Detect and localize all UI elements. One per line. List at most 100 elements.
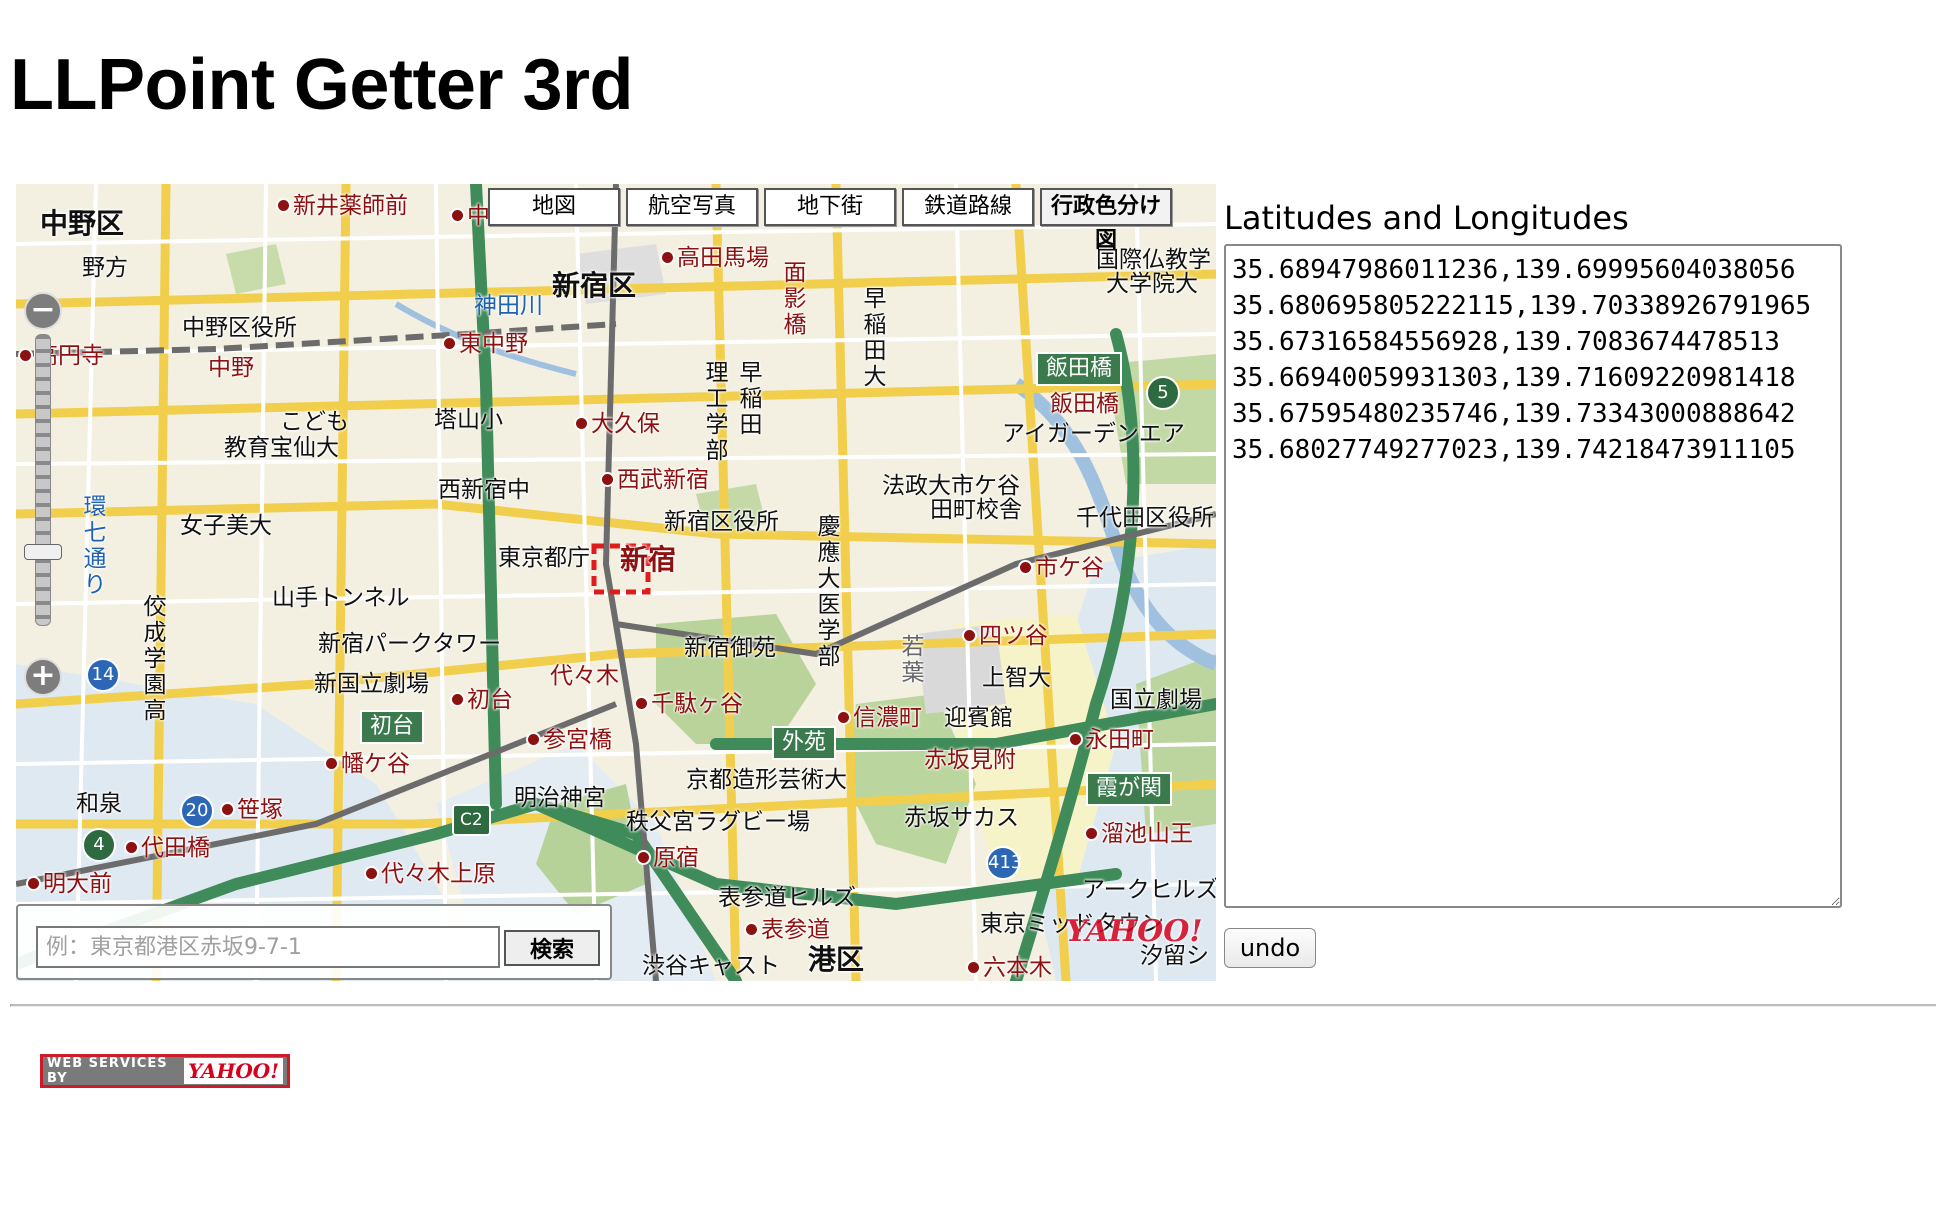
map-label-ark-hills: アークヒルズ — [1082, 877, 1216, 903]
zoom-in-button[interactable]: + — [24, 658, 62, 696]
map-label-ichigaya: 市ケ谷 — [1020, 554, 1104, 582]
map-type-tabs: 地図 航空写真 地下街 鉄道路線 行政色分け図 — [488, 188, 1178, 253]
map-badge-gaien: 外苑 — [772, 726, 837, 760]
map-label-geihinkan: 迎賓館 — [944, 705, 1013, 731]
map-label-kokuritsu-gekijo: 国立劇場 — [1110, 687, 1202, 713]
route-shield-413: 413 — [986, 846, 1022, 880]
footer-divider — [10, 1004, 1936, 1007]
map-label-sangubashi: 参宮橋 — [528, 726, 612, 754]
map-label-tameike-sanno: 溜池山王 — [1086, 820, 1193, 848]
map-label-sophia: 上智大 — [982, 665, 1051, 691]
map-label-tonoyama: 塔山小 — [434, 407, 503, 433]
route-shield-5: 5 — [1146, 376, 1180, 410]
zoom-slider-handle[interactable] — [24, 544, 62, 560]
map-label-sasazuka: 笹塚 — [222, 796, 283, 824]
map-label-seibu-shinjuku: 西武新宿 — [602, 466, 709, 494]
map-label-yoyogi-uehara: 代々木上原 — [366, 860, 496, 888]
map-label-daitabashi: 代田橋 — [126, 834, 210, 862]
map-label-seijo: 佼成学園高 — [143, 594, 167, 724]
map-label-chiyoda-kuyakusho: 千代田区役所 — [1076, 505, 1214, 531]
map-label-iidabashi: 飯田橋 — [1050, 391, 1119, 417]
map-label-keio-med: 慶應大医学部 — [817, 514, 841, 670]
page-title: LLPoint Getter 3rd — [10, 45, 634, 125]
map-label-yoyogi: 代々木 — [550, 663, 619, 689]
map-label-roppongi: 六本木 — [968, 954, 1052, 981]
map-label-shinjuku: 新宿 — [620, 543, 677, 576]
map-label-shibuya-cast: 渋谷キャスト — [642, 953, 780, 979]
map-tab-aerial[interactable]: 航空写真 — [626, 188, 758, 226]
map-label-sendagaya: 千駄ヶ谷 — [636, 690, 743, 718]
map-label-nishishinjuku-chu: 西新宿中 — [438, 477, 530, 503]
credit-brand: YAHOO! — [183, 1058, 283, 1084]
map-label-daigakuin: 大学院大 — [1106, 271, 1198, 297]
map-label-kyoiku-takara: 教育宝仙大 — [224, 435, 339, 461]
map-badge-hatsudai: 初台 — [360, 710, 425, 744]
map-label-kodomo: こども — [280, 409, 349, 435]
map-label-igarden: アイガーデンエア — [1002, 421, 1185, 447]
map-label-park-tower: 新宿パークタワー — [318, 631, 502, 657]
map-label-akasaka-mitsuke: 赤坂見附 — [924, 747, 1016, 773]
map-label-izumi: 和泉 — [76, 791, 122, 817]
map-label-nakano-kuyakusho: 中野区役所 — [182, 315, 297, 341]
map-label-akasaka-sacas: 赤坂サカス — [904, 805, 1019, 831]
map-label-hosei-campus: 田町校舎 — [930, 497, 1022, 523]
map-tab-map[interactable]: 地図 — [488, 188, 620, 226]
coordinates-label: Latitudes and Longitudes — [1224, 199, 1629, 237]
map-label-shinkokuritsu: 新国立劇場 — [314, 671, 429, 697]
search-button[interactable]: 検索 — [504, 930, 600, 966]
map-label-omotesando-hills: 表参道ヒルズ — [718, 885, 856, 911]
map-label-nagatacho: 永田町 — [1070, 726, 1154, 754]
credit-prefix: WEB SERVICES BY — [47, 1056, 168, 1086]
route-shield-4: 4 — [82, 828, 116, 862]
map-label-hatsudai: 初台 — [452, 686, 513, 714]
map-label-waseda: 早稲田 — [739, 360, 763, 438]
map-viewport[interactable]: 中野区 野方 新井薬師前 中 高田馬場 新宿区 神田川 中野区役所 東中野 高円… — [16, 184, 1216, 981]
map-search-box: 検索 — [16, 904, 612, 980]
map-tab-administrative[interactable]: 行政色分け図 — [1040, 188, 1172, 253]
map-label-araisakushimae: 新井薬師前 — [278, 192, 408, 220]
map-label-riko: 理工学部 — [705, 360, 729, 464]
map-label-joshibi: 女子美大 — [180, 513, 272, 539]
map-label-nogata: 野方 — [82, 255, 128, 281]
route-shield-14: 14 — [86, 658, 120, 692]
map-label-takadanobaba: 高田馬場 — [662, 244, 769, 272]
map-label-hatagaya: 幡ケ谷 — [326, 750, 410, 778]
zoom-control: − + — [22, 292, 62, 696]
map-label-higashi-nakano: 東中野 — [444, 330, 528, 358]
map-label-meiji-jingu: 明治神宮 — [514, 785, 606, 811]
route-shield-20: 20 — [180, 794, 214, 828]
coordinates-textarea[interactable] — [1224, 244, 1842, 908]
map-label-kyoto-zokei: 京都造形芸術大 — [686, 767, 847, 793]
yahoo-web-services-credit[interactable]: WEB SERVICES BY YAHOO! — [40, 1054, 290, 1088]
map-label-minato-ku: 港区 — [808, 943, 865, 976]
map-label-omotesando: 表参道 — [746, 916, 830, 944]
map-label-shinjuku-kuyakusho: 新宿区役所 — [664, 509, 779, 535]
map-label-waseda-dai: 早稲田大 — [863, 286, 887, 390]
map-label-nakano: 中野 — [208, 355, 254, 381]
map-label-kannana: 環七通り — [83, 494, 107, 598]
undo-button[interactable]: undo — [1224, 928, 1316, 968]
zoom-out-button[interactable]: − — [24, 292, 62, 330]
map-label-nakano-saka: 中 — [452, 202, 490, 230]
map-label-omokagebashi: 面影橋 — [783, 260, 807, 338]
map-badge-kasumigaseki: 霞が関 — [1086, 772, 1173, 806]
map-label-chichibunomiya: 秩父宮ラグビー場 — [626, 809, 810, 835]
map-tab-underground[interactable]: 地下街 — [764, 188, 896, 226]
map-badge-iidabashi: 飯田橋 — [1036, 352, 1123, 386]
map-tab-railway[interactable]: 鉄道路線 — [902, 188, 1034, 226]
map-label-shinanomachi: 信濃町 — [838, 704, 922, 732]
yahoo-map-logo: YAHOO! — [1066, 914, 1203, 949]
map-label-yamate-tunnel: 山手トンネル — [272, 585, 410, 611]
map-label-shinjuku-gyoen: 新宿御苑 — [684, 635, 776, 661]
map-label-shinjuku-ku: 新宿区 — [552, 269, 637, 302]
map-label-kanda-gawa: 神田川 — [474, 293, 543, 319]
map-label-nakano-ku: 中野区 — [40, 207, 125, 240]
map-label-harajuku: 原宿 — [638, 844, 699, 872]
route-shield-c2: C2 — [452, 804, 491, 836]
map-label-meidaimae: 明大前 — [28, 870, 112, 898]
map-label-yotsuya: 四ツ谷 — [964, 622, 1048, 650]
map-label-okubo: 大久保 — [576, 410, 660, 438]
zoom-slider-track[interactable] — [35, 334, 51, 626]
address-search-input[interactable] — [36, 926, 500, 968]
map-label-tokyo-tocho: 東京都庁 — [498, 545, 590, 571]
